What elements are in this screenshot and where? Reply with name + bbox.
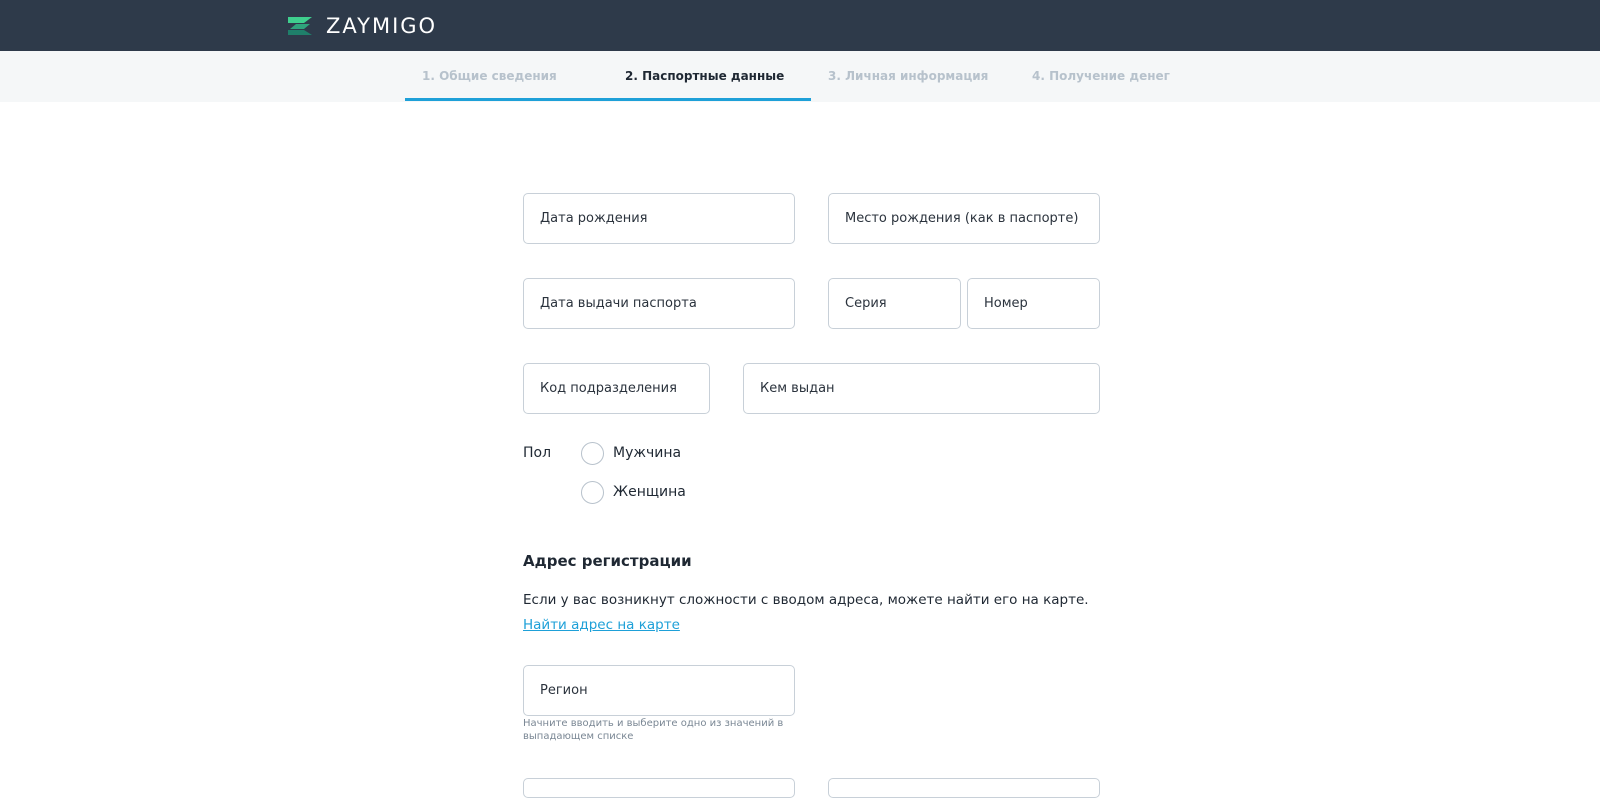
brand-name: ZAYMIGO [326, 14, 438, 38]
zaymigo-logo-icon [288, 17, 312, 35]
gender-option-female[interactable]: Женщина [581, 480, 686, 504]
gender-label: Пол [523, 445, 552, 461]
passport-series-input[interactable] [829, 279, 960, 328]
steps-progress-bar [405, 98, 811, 101]
birth-place-field [828, 193, 1100, 244]
issued-by-input[interactable] [744, 364, 1099, 413]
birth-date-field [523, 193, 795, 244]
birth-date-input[interactable] [524, 194, 794, 243]
radio-empty-icon[interactable] [581, 441, 604, 465]
region-input[interactable] [524, 666, 794, 715]
step-general-info[interactable]: 1. Общие сведения [422, 51, 557, 102]
registration-address-title: Адрес регистрации [523, 552, 692, 570]
find-address-on-map-link[interactable]: Найти адрес на карте [523, 615, 680, 635]
radio-empty-icon[interactable] [581, 480, 604, 504]
form-steps-bar: 1. Общие сведения 2. Паспортные данные 3… [0, 51, 1600, 102]
birth-place-input[interactable] [829, 194, 1099, 243]
division-code-field [523, 363, 710, 414]
gender-option-label: Женщина [613, 484, 686, 500]
brand-logo[interactable]: ZAYMIGO [286, 14, 438, 38]
step-passport-data[interactable]: 2. Паспортные данные [625, 51, 784, 102]
step-receive-money: 4. Получение денег [1032, 69, 1170, 83]
address-hint-text: Если у вас возникнут сложности с вводом … [523, 592, 1089, 608]
gender-option-label: Мужчина [613, 445, 682, 461]
issue-date-input[interactable] [524, 279, 794, 328]
issued-by-field [743, 363, 1100, 414]
step-personal-info: 3. Личная информация [828, 69, 989, 83]
passport-number-input[interactable] [968, 279, 1099, 328]
gender-option-male[interactable]: Мужчина [581, 441, 681, 465]
passport-series-field [828, 278, 961, 329]
passport-number-field [967, 278, 1100, 329]
region-field [523, 665, 795, 716]
division-code-input[interactable] [524, 364, 709, 413]
next-address-field-right[interactable] [828, 778, 1100, 798]
next-address-field-left[interactable] [523, 778, 795, 798]
top-header-bar: ZAYMIGO [0, 0, 1600, 51]
region-helper-text: Начните вводить и выберите одно из значе… [523, 718, 784, 742]
issue-date-field [523, 278, 795, 329]
